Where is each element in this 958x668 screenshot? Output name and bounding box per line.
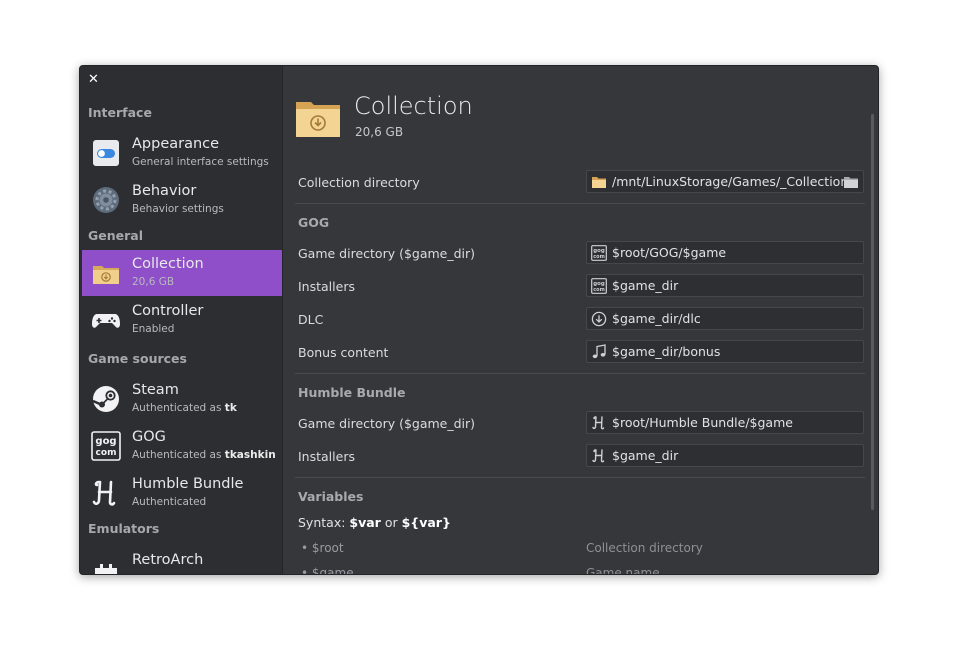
retroarch-icon: [95, 564, 117, 574]
syntax-prefix: Syntax:: [298, 515, 350, 530]
page-title: Collection: [354, 92, 473, 120]
gog-icon: gog com: [591, 245, 607, 261]
variable-desc-game: Game name: [586, 566, 660, 574]
folder-download-icon: [93, 266, 119, 284]
gog-game-directory-field[interactable]: gog com $root/GOG/$game: [586, 241, 864, 264]
syntax-braced-var: ${var}: [401, 515, 451, 530]
sidebar-item-title: Steam: [132, 382, 179, 398]
close-icon[interactable]: ✕: [88, 72, 102, 88]
variable-name-game: • $game: [301, 566, 354, 574]
svg-text:com: com: [593, 287, 605, 293]
collection-directory-value: /mnt/LinuxStorage/Games/_Collection: [612, 174, 849, 189]
syntax-or: or: [380, 515, 402, 530]
sidebar-item-title: RetroArch: [132, 552, 204, 568]
auth-username: tk: [224, 402, 237, 414]
sidebar-item-subtitle: General interface settings: [132, 156, 269, 168]
scrollbar[interactable]: [871, 114, 874, 510]
gamepad-icon: [92, 314, 120, 328]
humble-icon: [592, 449, 605, 463]
settings-window: ✕ Interface Appearance General interface…: [79, 65, 879, 575]
section-header-general: General: [88, 228, 143, 243]
sidebar-item-controller[interactable]: Controller Enabled: [82, 297, 282, 343]
folder-icon: [592, 177, 606, 188]
gog-installers-field[interactable]: gog com $game_dir: [586, 274, 864, 297]
variables-syntax: Syntax: $var or ${var}: [298, 515, 451, 530]
humble-installers-value: $game_dir: [612, 448, 679, 463]
gog-installers-value: $game_dir: [612, 278, 679, 293]
humble-game-directory-value: $root/Humble Bundle/$game: [612, 415, 793, 430]
folder-download-icon: [296, 102, 340, 137]
collection-settings-pane: Collection 20,6 GB Collection directory …: [283, 66, 878, 574]
appearance-icon: [93, 140, 119, 166]
sidebar-item-title: Humble Bundle: [132, 476, 244, 492]
sidebar-item-subtitle: Authenticated as tk: [132, 402, 237, 414]
gog-installers-label: Installers: [298, 279, 355, 294]
sidebar-item-subtitle: Behavior settings: [132, 203, 224, 215]
sidebar-item-subtitle: Authenticated as tkashkin: [132, 449, 276, 461]
gog-section-title: GOG: [298, 215, 330, 230]
sidebar-item-subtitle: Enabled: [132, 323, 175, 335]
sidebar-item-steam[interactable]: Steam Authenticated as tk: [82, 376, 282, 422]
sidebar-item-subtitle: Authenticated: [132, 496, 207, 508]
section-header-interface: Interface: [88, 105, 152, 120]
gog-game-directory-label: Game directory ($game_dir): [298, 246, 476, 261]
sidebar-item-gog[interactable]: gog com GOG Authenticated as tkashkin: [82, 423, 282, 469]
svg-text:com: com: [96, 448, 117, 458]
variables-section-title: Variables: [298, 489, 364, 504]
auth-prefix: Authenticated as: [132, 449, 225, 461]
gog-icon: gog com: [91, 431, 121, 461]
sidebar-item-title: Behavior: [132, 183, 197, 199]
gog-icon: gog com: [591, 278, 607, 294]
gog-bonus-content-label: Bonus content: [298, 345, 389, 360]
variable-desc-root: Collection directory: [586, 541, 703, 555]
sidebar-item-title: Controller: [132, 303, 204, 319]
sidebar-item-appearance[interactable]: Appearance General interface settings: [82, 130, 282, 176]
sidebar-item-title: Collection: [132, 256, 204, 272]
auth-prefix: Authenticated as: [132, 402, 225, 414]
humble-icon: [592, 416, 605, 430]
sidebar-item-title: GOG: [132, 429, 166, 445]
humble-game-directory-label: Game directory ($game_dir): [298, 416, 476, 431]
collection-directory-label: Collection directory: [298, 175, 420, 190]
auth-username: tkashkin: [224, 449, 276, 461]
gog-dlc-value: $game_dir/dlc: [612, 311, 701, 326]
section-header-game-sources: Game sources: [88, 351, 187, 366]
sidebar-item-title: Appearance: [132, 136, 220, 152]
gog-bonus-content-value: $game_dir/bonus: [612, 344, 721, 359]
folder-browse-icon[interactable]: [843, 174, 859, 190]
sidebar: ✕ Interface Appearance General interface…: [80, 66, 283, 574]
collection-directory-field[interactable]: /mnt/LinuxStorage/Games/_Collection: [586, 170, 864, 193]
gog-game-directory-value: $root/GOG/$game: [612, 245, 727, 260]
variable-name-root: • $root: [301, 541, 344, 555]
humble-game-directory-field[interactable]: $root/Humble Bundle/$game: [586, 411, 864, 434]
gog-dlc-field[interactable]: $game_dir/dlc: [586, 307, 864, 330]
sidebar-item-behavior[interactable]: Behavior Behavior settings: [82, 177, 282, 223]
gog-dlc-label: DLC: [298, 312, 324, 327]
syntax-var: $var: [349, 515, 381, 530]
section-header-emulators: Emulators: [88, 521, 160, 536]
sidebar-item-humble-bundle[interactable]: Humble Bundle Authenticated: [82, 470, 282, 516]
divider: [295, 203, 865, 204]
divider: [295, 477, 865, 478]
humble-installers-label: Installers: [298, 449, 355, 464]
sidebar-item-retroarch[interactable]: RetroArch: [82, 546, 282, 574]
gog-bonus-content-field[interactable]: $game_dir/bonus: [586, 340, 864, 363]
humble-icon: [92, 480, 116, 506]
music-note-icon: [592, 344, 606, 359]
divider: [295, 373, 865, 374]
sidebar-item-collection[interactable]: Collection 20,6 GB: [82, 250, 282, 296]
svg-text:gog: gog: [95, 436, 116, 447]
svg-text:com: com: [593, 254, 605, 260]
steam-icon: [92, 386, 119, 412]
humble-section-title: Humble Bundle: [298, 385, 406, 400]
collection-size: 20,6 GB: [355, 125, 404, 139]
gear-icon: [93, 187, 119, 213]
download-icon: [591, 311, 607, 327]
humble-installers-field[interactable]: $game_dir: [586, 444, 864, 467]
sidebar-item-subtitle: 20,6 GB: [132, 276, 175, 288]
